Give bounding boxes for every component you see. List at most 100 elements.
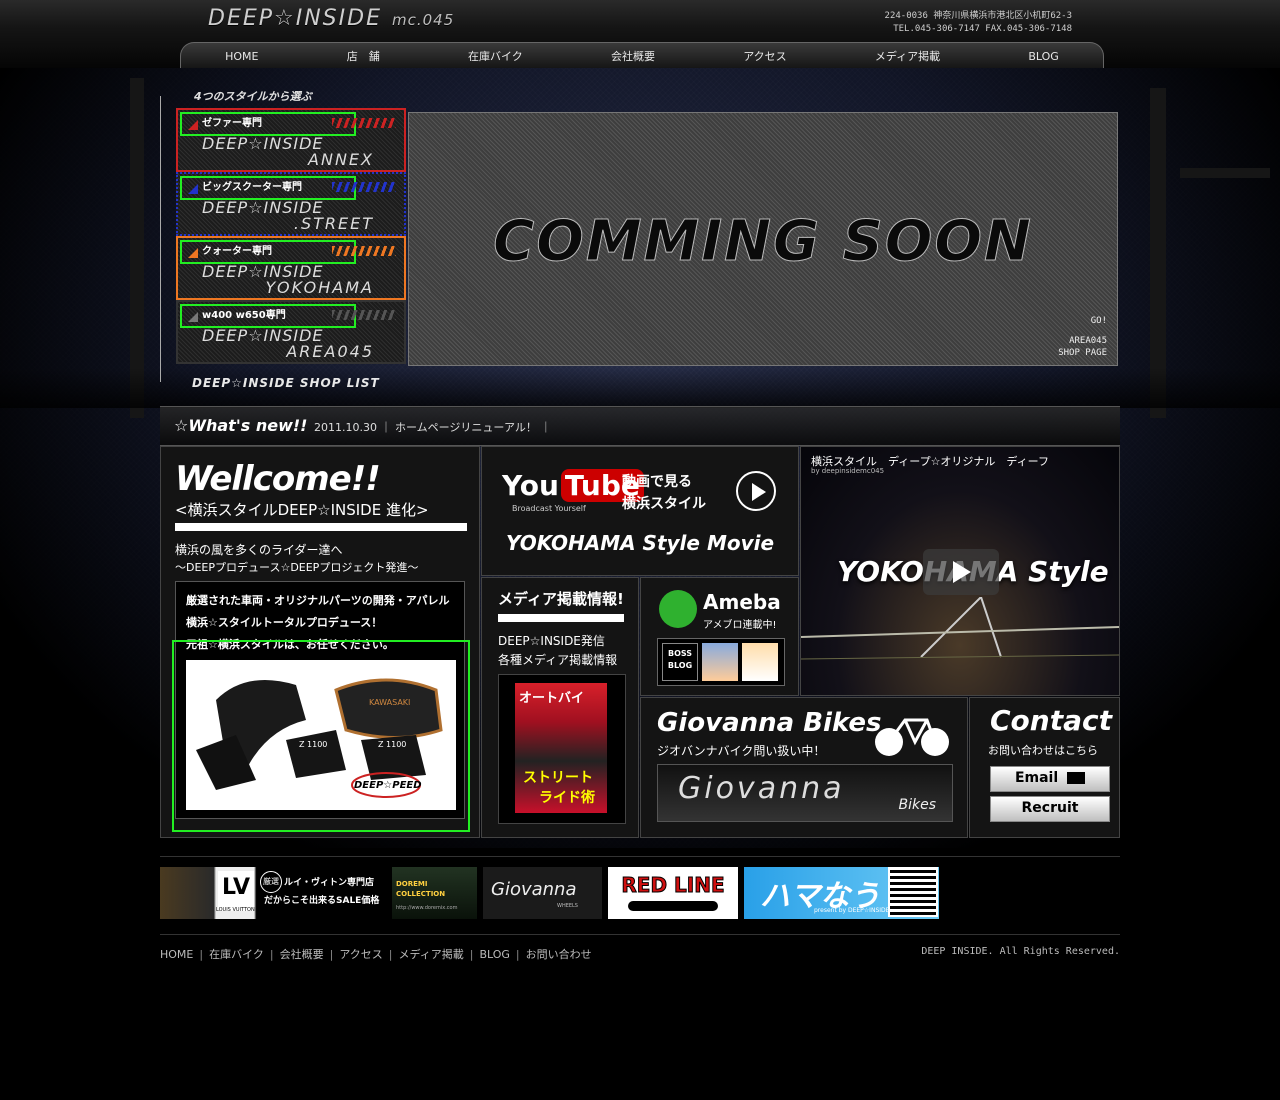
- giovanna-logo-sub: Bikes: [898, 797, 936, 813]
- shop-tag-label: ビッグスクーター専門: [202, 182, 302, 193]
- email-label: Email: [1014, 770, 1059, 786]
- shop-area045[interactable]: w400 w650専門 DEEP☆INSIDE AREA045: [176, 300, 406, 364]
- media-panel[interactable]: メディア掲載情報! DEEP☆INSIDE発信 各種メディア掲載情報 オートバイ…: [481, 577, 639, 838]
- nav-blog[interactable]: BLOG: [1014, 50, 1072, 63]
- redline-logo: RED LINE: [621, 873, 725, 898]
- lv-line: ルイ・ヴィトン専門店: [284, 878, 375, 888]
- magazine-headline: ライド術: [539, 790, 595, 806]
- media-description: DEEP☆INSIDE発信 各種メディア掲載情報: [498, 632, 617, 670]
- shop-yokohama[interactable]: クォーター専門 DEEP☆INSIDE YOKOHAMA: [176, 236, 406, 300]
- bicycle-icon: [875, 718, 949, 756]
- nav-access[interactable]: アクセス: [729, 48, 800, 64]
- stripe-decoration: [332, 246, 396, 256]
- ameba-thumbs: BOSS BLOG: [657, 638, 785, 686]
- footer-link-access[interactable]: アクセス: [339, 948, 382, 961]
- youtube-line: 横浜スタイル: [622, 496, 706, 512]
- ameba-name: Ameba: [703, 590, 781, 614]
- youtube-line: 動画で見る: [622, 474, 692, 490]
- shop-annex[interactable]: ゼファー専門 DEEP☆INSIDE ANNEX: [176, 108, 406, 172]
- boss-blog-label: BOSS BLOG: [667, 649, 693, 670]
- play-icon[interactable]: [736, 471, 776, 511]
- nav-home[interactable]: HOME: [211, 50, 272, 63]
- contact-title: Contact: [990, 704, 1112, 737]
- media-line: 各種メディア掲載情報: [498, 653, 618, 667]
- footer-link-company[interactable]: 会社概要: [280, 948, 324, 961]
- main-nav: HOME 店 舗 在庫バイク 会社概要 アクセス メディア掲載 BLOG: [180, 42, 1104, 69]
- site-header: DEEP☆INSIDE mc.045 224-0036 神奈川県横浜市港北区小机町…: [0, 0, 1280, 69]
- footer-link-media[interactable]: メディア掲載: [398, 948, 463, 961]
- welcome-divider: [175, 523, 467, 531]
- footer-link-contact[interactable]: お問い合わせ: [526, 948, 592, 961]
- shop-tag: クォーター専門: [180, 240, 356, 264]
- envelope-icon: [1067, 772, 1086, 784]
- ameba-sub: アメブロ連載中!: [703, 620, 777, 631]
- shop-tag: ゼファー専門: [180, 112, 356, 136]
- news-item[interactable]: 2011.10.30 ｜ ホームページリニューアル！ ｜: [314, 419, 551, 435]
- go-label: GO!: [1090, 316, 1107, 326]
- email-button[interactable]: Email: [990, 766, 1110, 792]
- nav-media[interactable]: メディア掲載: [861, 48, 954, 64]
- shop-street[interactable]: ビッグスクーター専門 DEEP☆INSIDE .STREET: [176, 172, 406, 236]
- magazine-cover-frame: オートバイ ストリート ライド術: [498, 674, 626, 824]
- shop-sub: .STREET: [293, 214, 374, 233]
- youtube-text: 動画で見る 横浜スタイル: [622, 471, 706, 515]
- bridge-illustration: [801, 597, 1119, 660]
- logo-text: DEEP☆INSIDE: [208, 6, 382, 31]
- welcome-title: Wellcome!!: [175, 459, 381, 499]
- giovanna-panel[interactable]: Giovanna Bikes ジオバンナバイク問い扱い中！ Giovanna B…: [640, 697, 968, 838]
- shop-tag-label: ゼファー専門: [202, 118, 262, 129]
- copyright: DEEP INSIDE. All Rights Reserved.: [921, 946, 1120, 957]
- doremi-text: DOREMI COLLECTION: [396, 880, 446, 898]
- video-panel[interactable]: 横浜スタイル ディープ☆オリジナル ディーフ by deepinsidemc04…: [800, 446, 1120, 696]
- shop-sub: ANNEX: [308, 150, 374, 169]
- media-divider: [498, 614, 624, 622]
- coming-soon-panel[interactable]: COMMING SOON GO! AREA045 SHOP PAGE: [408, 112, 1118, 366]
- shop-list-footer: DEEP☆INSIDE SHOP LIST: [192, 376, 380, 390]
- welcome-line: 横浜の風を多くのライダー達へ: [175, 543, 343, 557]
- giovanna-logo: Giovanna: [678, 771, 845, 806]
- ameba-panel[interactable]: Ameba アメブロ連載中! BOSS BLOG: [640, 577, 799, 696]
- youtube-panel[interactable]: You Tube Broadcast Yourself 動画で見る 横浜スタイル …: [481, 446, 799, 576]
- footer-link-home[interactable]: HOME: [160, 948, 193, 961]
- welcome-line: 〜DEEPプロデュース☆DEEPプロジェクト発進〜: [175, 561, 419, 574]
- shop-page-link[interactable]: GO! AREA045 SHOP PAGE: [1058, 315, 1107, 359]
- recruit-button[interactable]: Recruit: [990, 796, 1110, 822]
- nav-stock-bikes[interactable]: 在庫バイク: [454, 48, 537, 64]
- site-logo[interactable]: DEEP☆INSIDE mc.045: [208, 6, 454, 31]
- banner-hama-now[interactable]: ハマなう present by DEEP☆INSIDE: [744, 867, 939, 919]
- giovanna-wheels-logo: Giovanna: [491, 879, 577, 900]
- lv-logo-sub: LOUIS VUITTON: [216, 907, 255, 913]
- shop-sub: YOKOHAMA: [265, 278, 374, 297]
- youtube-caption: YOKOHAMA Style Movie: [506, 531, 775, 555]
- video-author: by deepinsidemc045: [811, 467, 885, 475]
- footer-link-blog[interactable]: BLOG: [479, 948, 509, 961]
- triangle-icon: [188, 312, 198, 322]
- address-line: 224-0036 神奈川県横浜市港北区小机町62-3: [884, 11, 1072, 21]
- crane-silhouette: [1180, 168, 1270, 178]
- ameba-icon: [659, 590, 697, 628]
- contact-sub: お問い合わせはこちら: [988, 744, 1098, 757]
- banner-giovanna-wheels[interactable]: Giovanna WHEELS: [483, 867, 602, 919]
- welcome-box-line: 横浜☆スタイルトータルプロデュース！: [186, 616, 383, 629]
- triangle-icon: [188, 184, 198, 194]
- boss-blog-thumb: BOSS BLOG: [662, 643, 698, 681]
- giovanna-wheels-sub: WHEELS: [557, 903, 578, 909]
- nav-shops[interactable]: 店 舗: [333, 48, 394, 64]
- giovanna-logo-box: Giovanna Bikes: [657, 764, 953, 822]
- giovanna-title: Giovanna Bikes: [657, 708, 882, 738]
- nav-company[interactable]: 会社概要: [597, 48, 669, 64]
- youtube-you: You: [502, 469, 559, 502]
- banner-redline[interactable]: RED LINE: [608, 867, 738, 919]
- crane-silhouette: [130, 78, 144, 418]
- shop-page-label: SHOP PAGE: [1058, 348, 1107, 358]
- banner-louis-vuitton[interactable]: LV LOUIS VUITTON 厳選 ルイ・ヴィトン専門店 だからこそ出来るS…: [160, 867, 384, 919]
- lv-logo-icon: LV: [218, 871, 254, 911]
- video-play-button[interactable]: [923, 549, 999, 595]
- phone-line: TEL.045-306-7147 FAX.045-306-7148: [893, 24, 1072, 34]
- qr-code-icon: [888, 867, 938, 917]
- shop-tag-label: w400 w650専門: [202, 310, 286, 321]
- magazine-headline: ストリート: [523, 770, 593, 786]
- footer-link-stock[interactable]: 在庫バイク: [209, 948, 264, 961]
- banner-doremi[interactable]: DOREMI COLLECTION http://www.doremix.com: [392, 867, 477, 919]
- stripe-decoration: [332, 310, 396, 320]
